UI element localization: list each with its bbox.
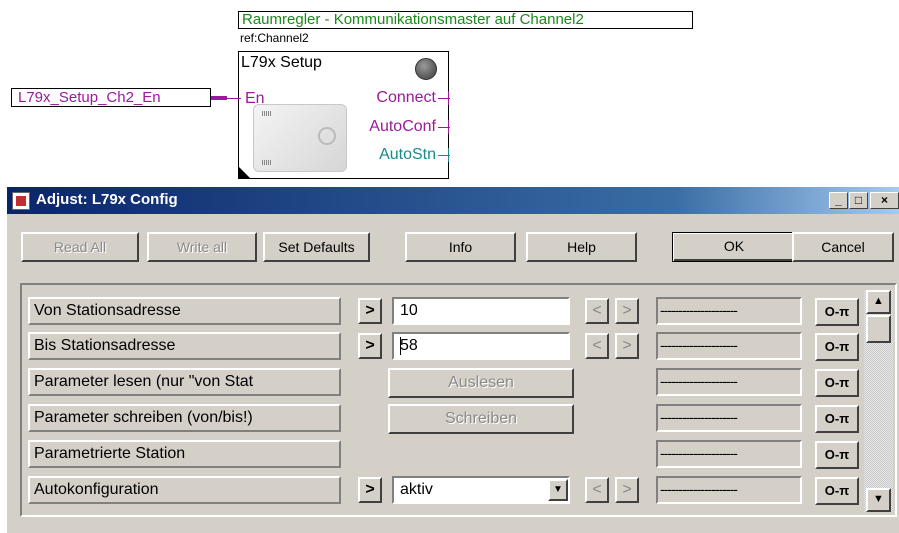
expand-arrow-button[interactable]: > [358, 333, 382, 359]
increment-arrow-button[interactable]: > [615, 477, 639, 503]
row-label-bis-stationsadresse: Bis Stationsadresse [28, 332, 341, 360]
block-corner-marker [239, 167, 251, 179]
row-label-parametrierte-station: Parametrierte Station [28, 440, 341, 468]
info-button[interactable]: Info [405, 232, 516, 262]
decrement-arrow-button[interactable]: < [585, 333, 609, 359]
decrement-arrow-button[interactable]: < [585, 298, 609, 324]
row-status-field: --------------------- [656, 440, 802, 468]
input-port-en[interactable]: En [245, 90, 265, 108]
input-signal-label[interactable]: L79x_Setup_Ch2_En [11, 88, 211, 107]
auslesen-button[interactable]: Auslesen [388, 368, 574, 398]
block-name: L79x Setup [241, 54, 322, 71]
write-all-button[interactable]: Write all [147, 232, 257, 262]
decrement-arrow-button[interactable]: < [585, 477, 609, 503]
row-label-von-stationsadresse: Von Stationsadresse [28, 297, 341, 325]
diagram-title: Raumregler - Kommunikationsmaster auf Ch… [238, 11, 693, 29]
expand-arrow-button[interactable]: > [358, 477, 382, 503]
row-label-parameter-lesen: Parameter lesen (nur "von Stat [28, 368, 341, 396]
row-status-field: --------------------- [656, 368, 802, 396]
row-status-field: --------------------- [656, 404, 802, 432]
increment-arrow-button[interactable]: > [615, 298, 639, 324]
input-connector [211, 96, 227, 100]
key-icon[interactable]: O-π [815, 405, 859, 433]
row-label-parameter-schreiben: Parameter schreiben (von/bis!) [28, 404, 341, 432]
block-reference: ref:Channel2 [240, 31, 309, 45]
output-tick-autoconf [448, 120, 449, 134]
autokonfiguration-select[interactable]: aktiv [392, 476, 570, 504]
increment-arrow-button[interactable]: > [615, 333, 639, 359]
output-tick-connect [448, 91, 449, 105]
bis-stationsadresse-input[interactable]: 58 [392, 332, 570, 360]
key-icon[interactable]: O-π [815, 441, 859, 469]
output-port-connect[interactable]: Connect [316, 89, 436, 107]
key-icon[interactable]: O-π [815, 477, 859, 505]
set-defaults-button[interactable]: Set Defaults [263, 232, 370, 262]
output-tick-autostn [448, 148, 449, 162]
input-wire [227, 98, 241, 99]
help-button[interactable]: Help [526, 232, 637, 262]
dialog-title: Adjust: L79x Config [36, 191, 178, 208]
key-icon[interactable]: O-π [815, 298, 859, 326]
maximize-button[interactable]: □ [849, 192, 868, 209]
row-status-field: --------------------- [656, 476, 802, 504]
expand-arrow-button[interactable]: > [358, 298, 382, 324]
key-icon[interactable]: O-π [815, 333, 859, 361]
cancel-button[interactable]: Cancel [792, 232, 894, 262]
output-port-autostn[interactable]: AutoStn [316, 146, 436, 164]
key-icon[interactable]: O-π [815, 369, 859, 397]
chevron-down-icon[interactable]: ▼ [548, 479, 568, 501]
scroll-up-icon[interactable]: ▲ [866, 290, 891, 314]
schreiben-button[interactable]: Schreiben [388, 404, 574, 434]
output-port-autoconf[interactable]: AutoConf [316, 118, 436, 136]
von-stationsadresse-input[interactable]: 10 [392, 297, 570, 325]
row-status-field: --------------------- [656, 297, 802, 325]
status-led-icon [415, 58, 437, 80]
scroll-thumb[interactable] [866, 315, 891, 343]
close-button[interactable]: × [870, 192, 899, 209]
row-status-field: --------------------- [656, 332, 802, 360]
dialog-app-icon [12, 192, 30, 210]
read-all-button[interactable]: Read All [21, 232, 139, 262]
minimize-button[interactable]: _ [829, 192, 848, 209]
scroll-down-icon[interactable]: ▼ [866, 488, 891, 512]
row-label-autokonfiguration: Autokonfiguration [28, 476, 341, 504]
ok-button[interactable]: OK [672, 232, 796, 262]
text-cursor [400, 337, 401, 355]
